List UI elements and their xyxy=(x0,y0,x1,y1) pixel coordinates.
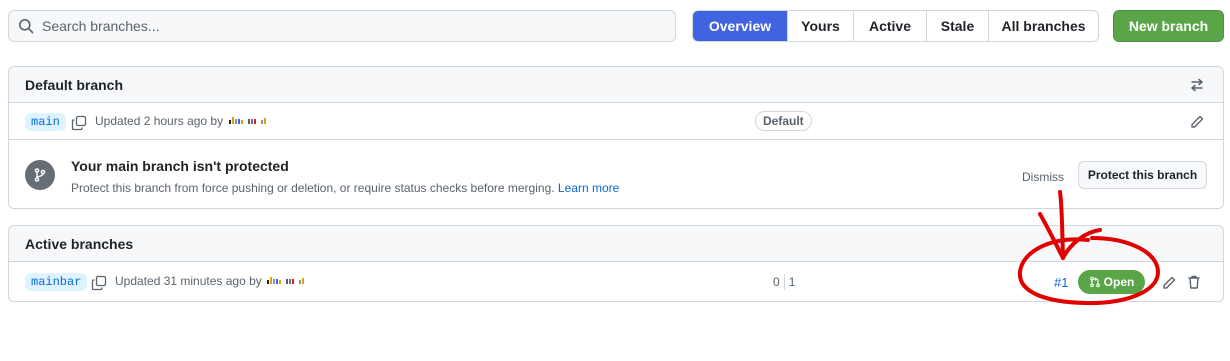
updated-text: Updated 31 minutes ago by xyxy=(115,274,262,288)
tab-active[interactable]: Active xyxy=(853,11,926,41)
search-icon xyxy=(19,19,34,34)
tab-stale[interactable]: Stale xyxy=(926,11,988,41)
pull-request-number-link[interactable]: #1 xyxy=(1054,275,1068,290)
default-branch-title: Default branch xyxy=(25,76,124,93)
pull-request-status-badge[interactable]: Open xyxy=(1078,270,1145,294)
updated-text: Updated 2 hours ago by xyxy=(95,114,224,128)
active-branches-box: Active branches mainbar Updated 31 minut… xyxy=(8,225,1224,302)
active-branches-title: Active branches xyxy=(25,235,134,252)
author-avatars[interactable] xyxy=(229,117,266,124)
protection-warning-title: Your main branch isn't protected xyxy=(71,158,289,174)
learn-more-link[interactable]: Learn more xyxy=(558,181,619,195)
git-pull-request-icon xyxy=(1089,276,1100,288)
dismiss-button[interactable]: Dismiss xyxy=(1022,170,1064,184)
behind-count: 0 xyxy=(773,275,780,289)
default-branch-header: Default branch xyxy=(9,67,1223,103)
protect-branch-button[interactable]: Protect this branch xyxy=(1078,161,1207,189)
git-branch-icon xyxy=(25,160,55,190)
default-branch-row: main Updated 2 hours ago by Default xyxy=(9,103,1223,140)
active-branches-header: Active branches xyxy=(9,226,1223,262)
pull-request-status-label: Open xyxy=(1103,275,1135,289)
protection-warning-description: Protect this branch from force pushing o… xyxy=(71,181,619,195)
new-branch-button[interactable]: New branch xyxy=(1113,10,1224,42)
trash-icon[interactable] xyxy=(1186,274,1202,290)
search-field[interactable] xyxy=(8,10,676,42)
branch-name-main[interactable]: main xyxy=(25,113,66,131)
author-avatars[interactable] xyxy=(267,277,304,284)
pencil-icon[interactable] xyxy=(1161,275,1177,291)
ahead-behind-divider xyxy=(783,274,785,290)
tab-all-branches[interactable]: All branches xyxy=(988,11,1098,41)
copy-icon[interactable] xyxy=(91,275,107,291)
default-branch-box: Default branch main Updated 2 hours ago … xyxy=(8,66,1224,209)
protection-description-text: Protect this branch from force pushing o… xyxy=(71,181,555,195)
default-badge: Default xyxy=(755,111,812,131)
active-branch-row: mainbar Updated 31 minutes ago by 0 1 #1… xyxy=(9,262,1223,301)
branch-filter-tabs: Overview Yours Active Stale All branches xyxy=(692,10,1099,42)
ahead-behind-count: 0 1 xyxy=(773,274,795,290)
protection-warning-row: Your main branch isn't protected Protect… xyxy=(9,140,1223,208)
tab-overview[interactable]: Overview xyxy=(693,11,787,41)
copy-icon[interactable] xyxy=(71,115,87,131)
branch-name-mainbar[interactable]: mainbar xyxy=(25,273,88,291)
search-input[interactable] xyxy=(42,11,675,41)
arrow-switch-icon[interactable] xyxy=(1189,77,1205,93)
ahead-count: 1 xyxy=(788,275,796,289)
tab-yours[interactable]: Yours xyxy=(787,11,853,41)
pencil-icon[interactable] xyxy=(1189,114,1205,130)
